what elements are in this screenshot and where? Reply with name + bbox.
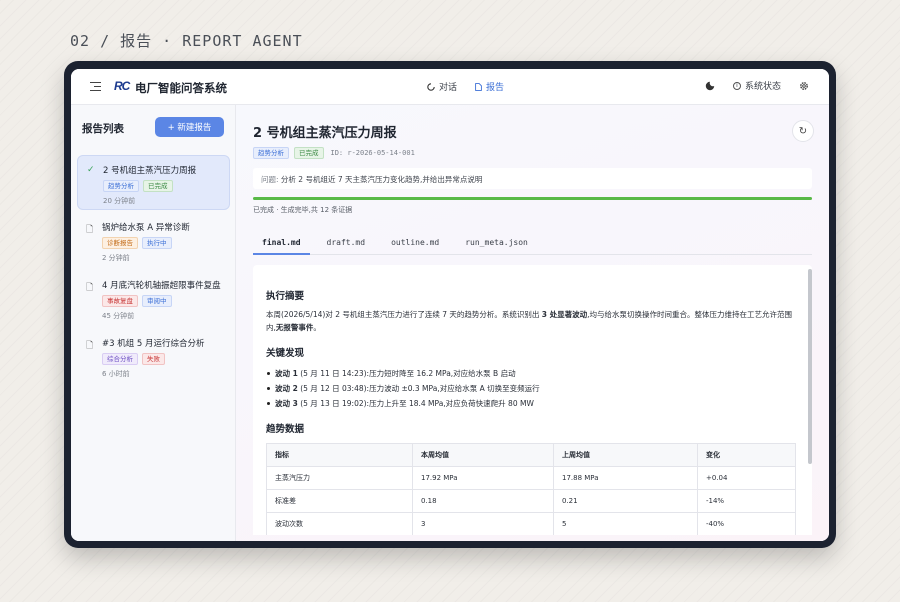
- tab-chat-label: 对话: [439, 83, 458, 93]
- type-badge: 诊断报告: [102, 237, 138, 249]
- status-badge: 失败: [142, 353, 165, 365]
- table-cell: 17.88 MPa: [553, 466, 698, 490]
- check-icon: ✓: [87, 165, 95, 175]
- new-report-button[interactable]: + 新建报告: [155, 117, 224, 137]
- device-frame: RC 电厂智能问答系统 对话 报告 i 系统状态 报告列表 + 新建报告 ✓ 2…: [64, 61, 836, 548]
- type-badge: 趋势分析: [103, 180, 139, 192]
- refresh-button[interactable]: ↻: [792, 120, 814, 142]
- question-label: 问题: [261, 175, 276, 184]
- table-cell: 主蒸汽压力: [266, 466, 413, 490]
- report-list-item[interactable]: 🗋 锅炉给水泵 A 异常诊断 诊断报告 执行中 2 分钟前: [77, 213, 230, 268]
- section-heading: 执行摘要: [266, 291, 305, 302]
- info-icon: i: [732, 81, 741, 90]
- status-badge: 审阅中: [142, 295, 172, 307]
- summary-paragraph: 本周(2026/5/14)对 2 号机组主蒸汽压力进行了连续 7 天的趋势分析。…: [266, 310, 793, 332]
- table-cell: 0.18: [412, 489, 554, 513]
- gear-icon[interactable]: [799, 81, 809, 91]
- report-item-title: #3 机组 5 月运行综合分析: [102, 339, 205, 349]
- report-item-time: 20 分钟前: [103, 197, 136, 205]
- table-cell: +0.04: [697, 466, 796, 490]
- question-box: 问题: 分析 2 号机组近 7 天主蒸汽压力变化趋势,并给出异常点说明: [253, 168, 812, 189]
- tab-draft-md[interactable]: draft.md: [318, 235, 375, 255]
- table-cell: 5: [553, 512, 698, 535]
- document-icon: 🗋: [86, 283, 94, 293]
- report-detail: 2 号机组主蒸汽压力周报 ↻ 趋势分析 已完成 ID: r-2026-05-14…: [236, 105, 829, 541]
- page-caption: 02 / 报告 · REPORT AGENT: [70, 32, 303, 50]
- tab-final-md[interactable]: final.md: [253, 235, 310, 255]
- scrollbar[interactable]: [808, 269, 812, 464]
- report-item-title: 4 月底汽轮机轴振超限事件复盘: [102, 281, 221, 291]
- list-item: 波动 2 (5 月 12 日 03:48):压力波动 ±0.3 MPa,对应给水…: [266, 381, 796, 396]
- status-badge: 已完成: [294, 147, 324, 159]
- sidebar-heading: 报告列表: [82, 123, 124, 135]
- document-icon: 🗋: [86, 341, 94, 351]
- table-header-cell: 变化: [697, 443, 796, 467]
- status-badge: 已完成: [143, 180, 173, 192]
- tab-report[interactable]: 报告: [475, 80, 504, 93]
- section-heading: 趋势数据: [266, 424, 305, 435]
- tab-outline-md[interactable]: outline.md: [382, 235, 448, 255]
- tab-run-meta-json[interactable]: run_meta.json: [456, 235, 537, 255]
- system-status-button[interactable]: i 系统状态: [732, 79, 781, 92]
- table-header-cell: 本周均值: [412, 443, 554, 467]
- app-logo: RC: [114, 79, 130, 93]
- table-row: 波动次数 3 5 -40%: [266, 512, 796, 535]
- table-cell: 标准差: [266, 489, 413, 513]
- question-text: 分析 2 号机组近 7 天主蒸汽压力变化趋势,并给出异常点说明: [280, 175, 483, 184]
- top-bar: RC 电厂智能问答系统 对话 报告 i 系统状态: [71, 69, 829, 105]
- tab-report-label: 报告: [486, 83, 505, 93]
- document-icon: 🗋: [86, 225, 94, 235]
- table-cell: 17.92 MPa: [412, 466, 554, 490]
- table-header-cell: 上周均值: [553, 443, 698, 467]
- section-heading: 关键发现: [266, 348, 305, 359]
- progress-fill: [253, 197, 812, 200]
- progress-bar: [253, 197, 812, 200]
- findings-list: 波动 1 (5 月 11 日 14:23):压力短时降至 16.2 MPa,对应…: [266, 366, 796, 411]
- status-badge: 执行中: [142, 237, 172, 249]
- menu-icon[interactable]: [90, 82, 101, 91]
- table-cell: -14%: [697, 489, 796, 513]
- list-item: 波动 1 (5 月 11 日 14:23):压力短时降至 16.2 MPa,对应…: [266, 366, 796, 381]
- file-tabs: final.md draft.md outline.md run_meta.js…: [253, 235, 812, 255]
- report-item-time: 2 分钟前: [102, 254, 130, 262]
- table-cell: 波动次数: [266, 512, 413, 535]
- app-title: 电厂智能问答系统: [135, 81, 227, 95]
- report-id: ID: r-2026-05-14-001: [330, 149, 415, 157]
- report-item-title: 锅炉给水泵 A 异常诊断: [102, 223, 190, 233]
- type-badge: 趋势分析: [253, 147, 289, 159]
- chat-icon: [427, 82, 435, 91]
- report-title: 2 号机组主蒸汽压力周报: [253, 126, 397, 141]
- report-item-title: 2 号机组主蒸汽压力周报: [103, 166, 197, 176]
- table-header-row: 指标 本周均值 上周均值 变化: [266, 443, 796, 467]
- type-badge: 事故复盘: [102, 295, 138, 307]
- trend-table: 指标 本周均值 上周均值 变化 主蒸汽压力 17.92 MPa 17.88 MP…: [266, 443, 796, 535]
- table-cell: -40%: [697, 512, 796, 535]
- report-list-item[interactable]: ✓ 2 号机组主蒸汽压力周报 趋势分析 已完成 20 分钟前: [77, 155, 230, 210]
- tab-chat[interactable]: 对话: [427, 80, 457, 93]
- table-cell: 0.21: [553, 489, 698, 513]
- table-cell: 3: [412, 512, 554, 535]
- refresh-icon: ↻: [798, 125, 808, 137]
- report-list-item[interactable]: 🗋 4 月底汽轮机轴振超限事件复盘 事故复盘 审阅中 45 分钟前: [77, 271, 230, 326]
- nav-tabs: 对话 报告: [427, 80, 504, 93]
- report-meta: 趋势分析 已完成 ID: r-2026-05-14-001: [253, 147, 415, 159]
- theme-icon[interactable]: [705, 81, 715, 91]
- report-item-time: 6 小时前: [102, 370, 130, 378]
- markdown-viewer: 执行摘要 本周(2026/5/14)对 2 号机组主蒸汽压力进行了连续 7 天的…: [253, 265, 812, 535]
- report-list: ✓ 2 号机组主蒸汽压力周报 趋势分析 已完成 20 分钟前 🗋 锅炉给水泵 A…: [77, 155, 230, 387]
- report-list-item[interactable]: 🗋 #3 机组 5 月运行综合分析 综合分析 失败 6 小时前: [77, 329, 230, 384]
- table-row: 标准差 0.18 0.21 -14%: [266, 489, 796, 513]
- report-item-time: 45 分钟前: [102, 312, 135, 320]
- list-item: 波动 3 (5 月 13 日 19:02):压力上升至 18.4 MPa,对应负…: [266, 396, 796, 411]
- type-badge: 综合分析: [102, 353, 138, 365]
- sidebar: 报告列表 + 新建报告 ✓ 2 号机组主蒸汽压力周报 趋势分析 已完成 20 分…: [71, 105, 236, 541]
- document-icon: [475, 82, 482, 91]
- table-header-cell: 指标: [266, 443, 413, 467]
- table-row: 主蒸汽压力 17.92 MPa 17.88 MPa +0.04: [266, 466, 796, 490]
- progress-text: 已完成 · 生成完毕,共 12 条证据: [253, 206, 353, 214]
- top-bar-actions: i 系统状态: [705, 79, 809, 92]
- system-status-label: 系统状态: [744, 82, 781, 92]
- app-window: RC 电厂智能问答系统 对话 报告 i 系统状态 报告列表 + 新建报告 ✓ 2…: [71, 69, 829, 541]
